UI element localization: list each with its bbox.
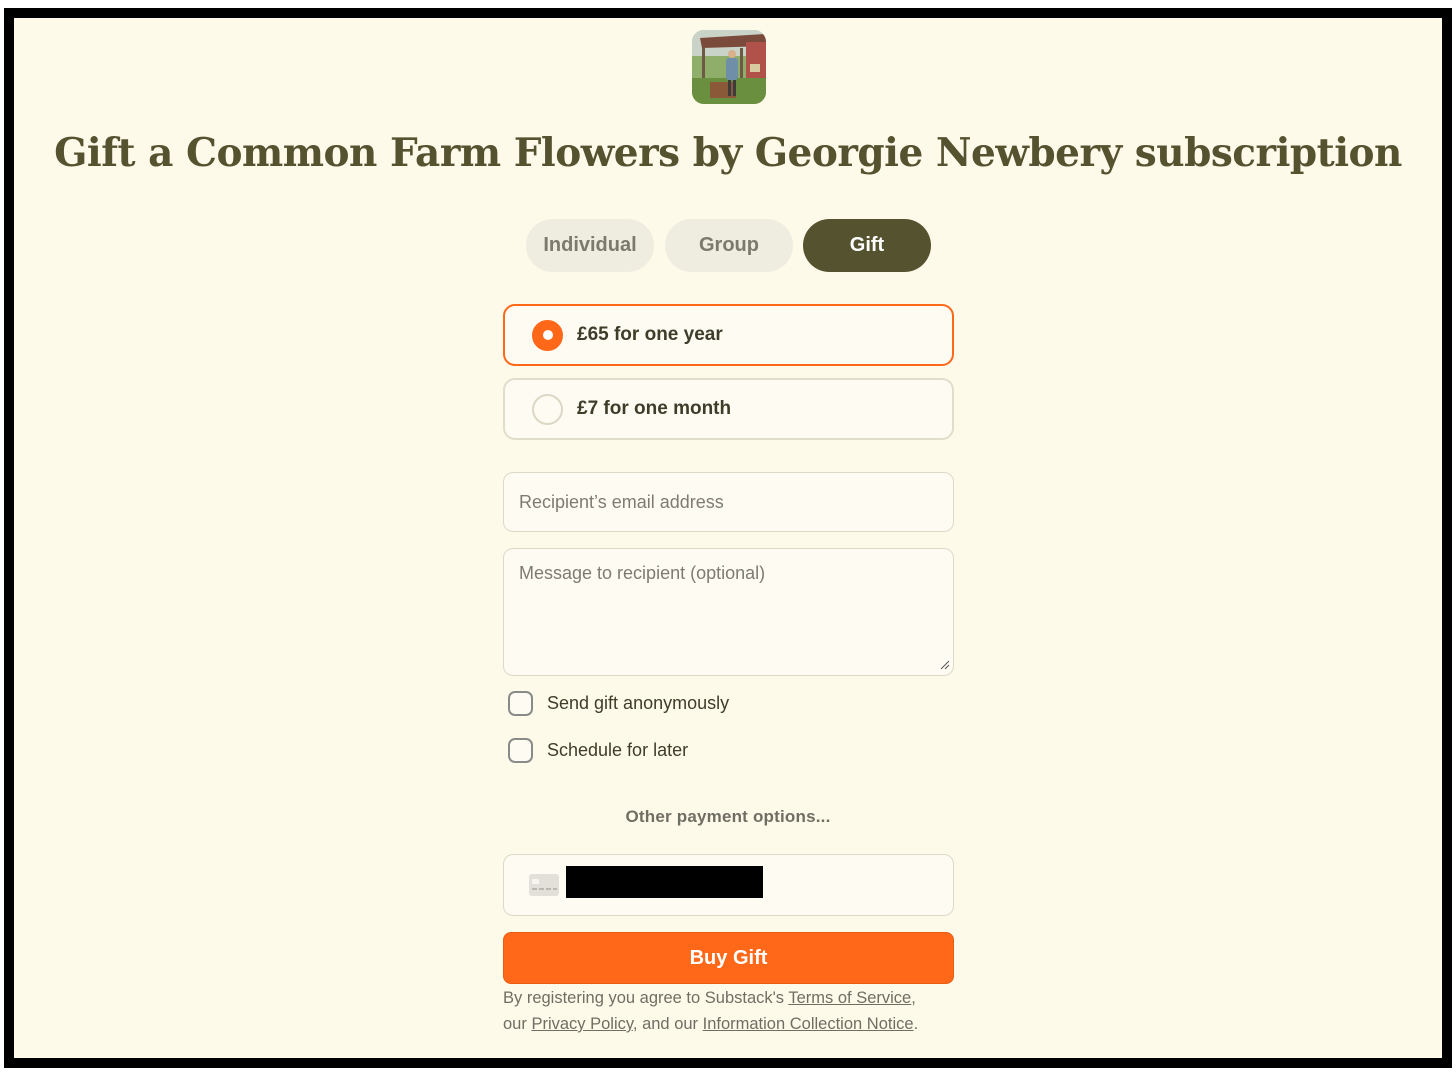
legal-line2-prefix: our	[503, 1015, 532, 1033]
information-collection-notice-link[interactable]: Information Collection Notice	[703, 1015, 914, 1033]
radio-button[interactable]	[532, 393, 563, 425]
recipient-message-textarea[interactable]	[503, 548, 954, 676]
send-anonymously-checkbox[interactable]	[508, 690, 533, 716]
send-anonymously-option[interactable]: Send gift anonymously	[508, 689, 729, 717]
schedule-later-checkbox[interactable]	[508, 737, 533, 763]
page-frame: Gift a Common Farm Flowers by Georgie Ne…	[4, 8, 1452, 1068]
send-anonymously-label: Send gift anonymously	[547, 692, 730, 713]
tab-gift[interactable]: Gift	[803, 219, 931, 272]
farm-photo-icon	[692, 30, 766, 104]
terms-of-service-link[interactable]: Terms of Service	[788, 989, 911, 1007]
card-number-field[interactable]	[503, 854, 954, 916]
schedule-later-label: Schedule for later	[547, 739, 689, 760]
legal-prefix: By registering you agree to Substack's	[503, 989, 789, 1007]
radio-button-selected[interactable]	[532, 319, 563, 351]
plan-option-yearly[interactable]: £65 for one year	[503, 304, 954, 366]
other-payment-options-link[interactable]: Other payment options...	[14, 807, 1442, 827]
legal-end: .	[913, 1015, 919, 1033]
legal-separator: ,	[911, 989, 916, 1007]
resize-handle-icon[interactable]	[940, 660, 950, 670]
subscription-type-tabs: Individual Group Gift	[14, 219, 1442, 273]
redacted-card-details	[566, 866, 763, 898]
radio-dot-icon	[542, 330, 553, 340]
credit-card-icon	[529, 874, 559, 896]
plan-option-monthly[interactable]: £7 for one month	[503, 378, 954, 440]
plan-label-monthly: £7 for one month	[577, 398, 732, 419]
plan-label-yearly: £65 for one year	[577, 324, 723, 345]
buy-gift-button[interactable]: Buy Gift	[503, 932, 954, 984]
legal-notice: By registering you agree to Substack's T…	[503, 985, 963, 1037]
schedule-later-option[interactable]: Schedule for later	[508, 736, 688, 764]
tab-group[interactable]: Group	[665, 219, 793, 272]
legal-separator-2: , and our	[632, 1015, 703, 1033]
tab-individual[interactable]: Individual	[526, 219, 654, 272]
recipient-email-input[interactable]	[503, 472, 954, 532]
page-title: Gift a Common Farm Flowers by Georgie Ne…	[54, 130, 1402, 176]
privacy-policy-link[interactable]: Privacy Policy	[531, 1015, 632, 1033]
publication-logo[interactable]	[692, 30, 766, 104]
